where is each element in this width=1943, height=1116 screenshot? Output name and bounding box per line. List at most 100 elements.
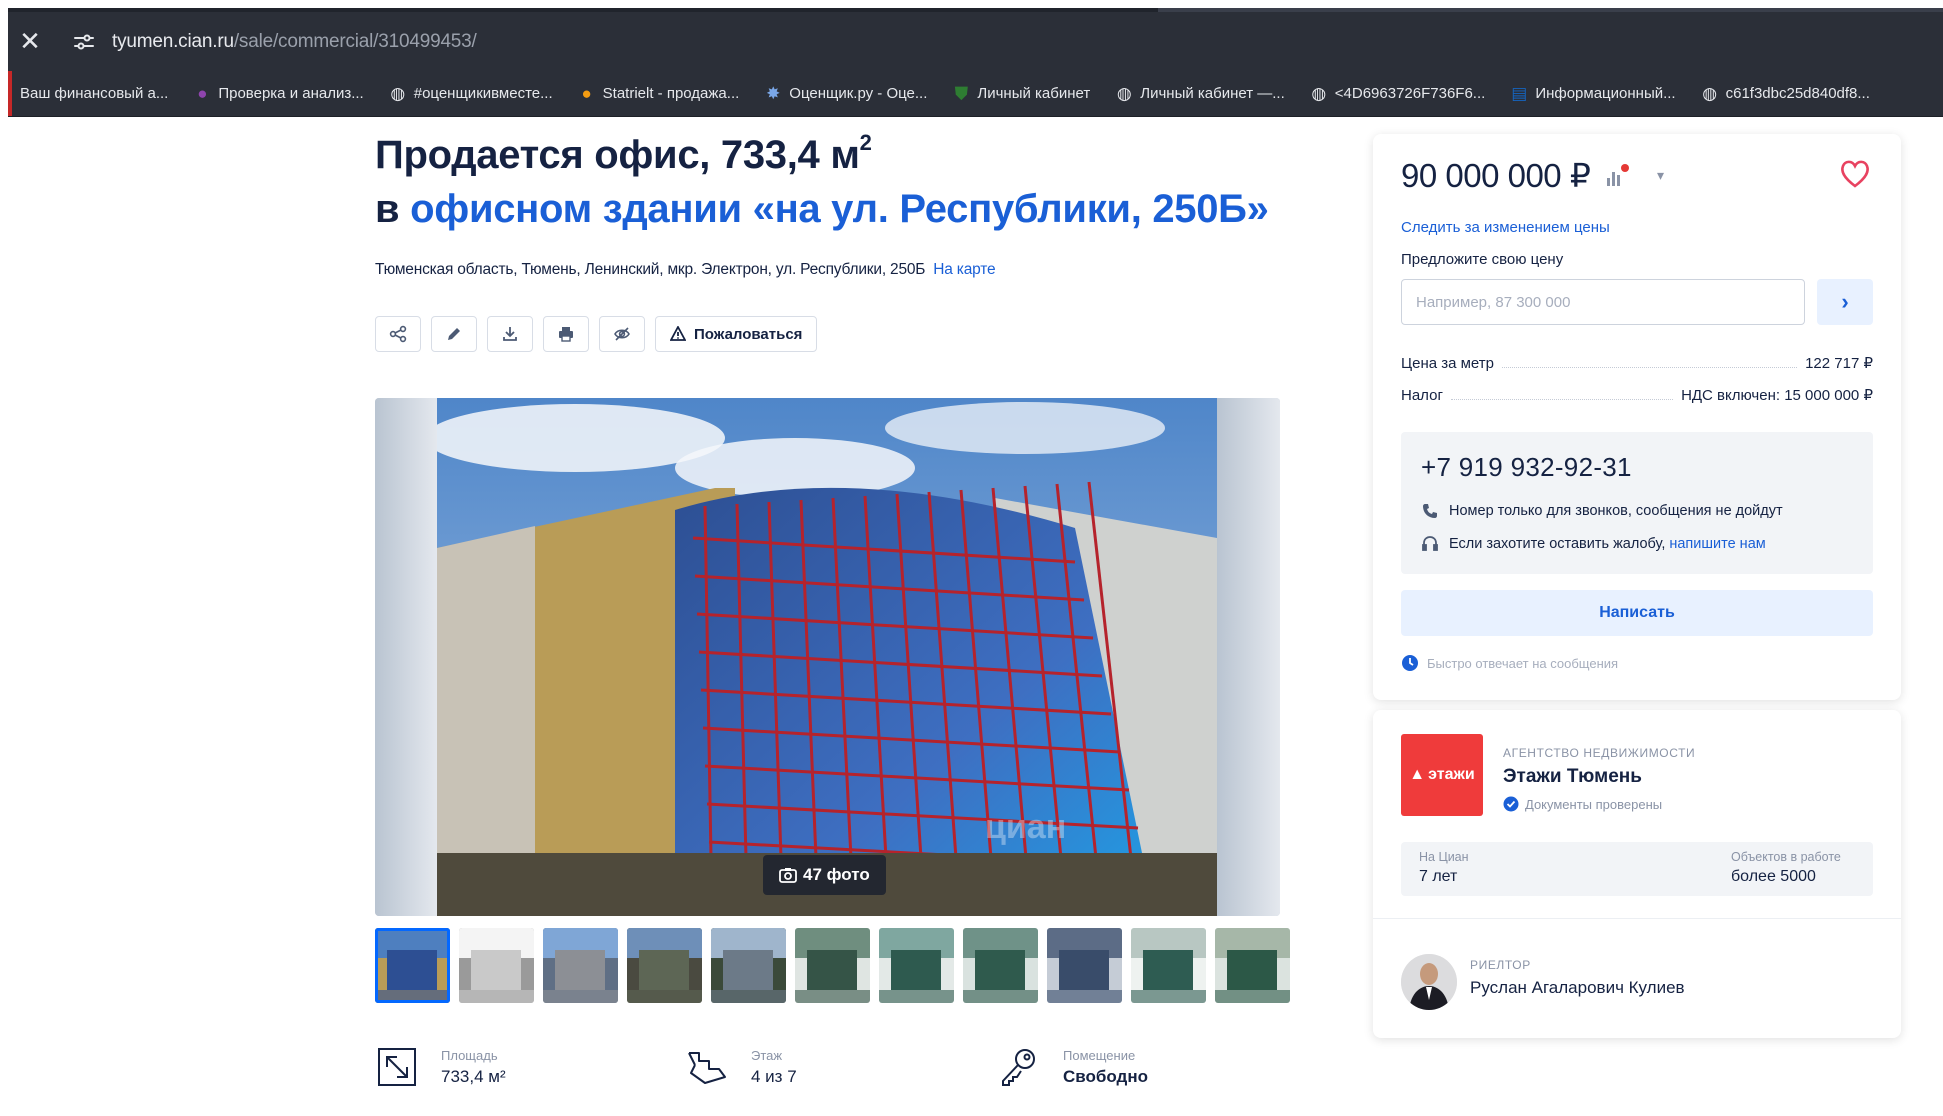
bookmark-item[interactable]: ◍ #оценщикивместе... [389,83,553,103]
complaint-note: Если захотите оставить жалобу, напишите н… [1421,535,1766,553]
download-icon [503,327,517,341]
photo-count-badge[interactable]: 47 фото [763,855,886,895]
site-settings-icon[interactable] [66,24,102,60]
camera-icon [779,868,797,883]
bookmark-item[interactable]: ⛊ Личный кабинет [952,83,1090,103]
chevron-right-icon: › [1841,289,1849,314]
realtor-name[interactable]: Руслан Агаларович Кулиев [1470,978,1685,998]
bookmark-label: Информационный... [1535,85,1676,102]
feature-value: Свободно [1063,1066,1148,1086]
close-icon[interactable]: ✕ [8,12,52,71]
url-host: tyumen.cian.ru [112,30,234,52]
shield-icon: ⛊ [955,83,968,103]
chevron-down-icon[interactable]: ▾ [1657,167,1664,184]
bookmark-item[interactable]: ◍ <4D6963726F736F6... [1310,84,1486,103]
building-photo: циан [375,398,1280,916]
offer-submit-button[interactable]: › [1817,279,1873,325]
feature-label: Этаж [751,1047,783,1063]
photo-thumbnail[interactable] [963,928,1038,1003]
bookmarks-bar: Ваш финансовый а... ● Проверка и анализ...… [8,71,1943,117]
watermark: циан [985,808,1066,846]
edit-button[interactable] [431,316,477,352]
write-message-button[interactable]: Написать [1401,590,1873,636]
page-subtitle: в офисном здании «на ул. Республики, 250… [375,187,1269,232]
stat-label: Объектов в работе [1731,850,1841,864]
agency-card: ▲ этажи АГЕНТСТВО НЕДВИЖИМОСТИ Этажи Тюме… [1373,710,1901,1038]
agency-stats: На Циан 7 лет Объектов в работе более 5000 [1401,842,1873,896]
stat-label: На Циан [1419,850,1469,864]
bookmark-label: #оценщикивместе... [413,85,553,102]
hide-button[interactable] [599,316,645,352]
url-path: /sale/commercial/310499453/ [233,30,477,52]
share-button[interactable] [375,316,421,352]
info-label: Цена за метр [1401,355,1494,372]
bookmark-item[interactable]: ◍ c61f3dbc25d840df8... [1701,84,1870,103]
price-history-icon[interactable] [1605,164,1649,190]
bookmark-item[interactable]: ✸ Оценщик.ру - Оце... [764,83,927,103]
bookmark-item[interactable]: ▤ Информационный... [1510,83,1676,103]
printer-icon [559,327,573,342]
purple-circle-icon: ● [197,83,208,103]
bookmark-item[interactable]: ● Statrielt - продажа... [578,83,740,103]
building-link[interactable]: офисном здании «на ул. Республики, 250Б» [410,187,1269,231]
download-button[interactable] [487,316,533,352]
bookmark-label: c61f3dbc25d840df8... [1725,85,1870,102]
feature-value: 733,4 м² [441,1066,506,1086]
agency-name[interactable]: Этажи Тюмень [1503,766,1642,788]
agency-logo[interactable]: ▲ этажи [1401,734,1483,816]
bookmark-label: Личный кабинет —... [1140,85,1285,102]
check-badge-icon [1503,796,1519,812]
bookmark-label: <4D6963726F736F6... [1334,85,1486,102]
ris-icon: ▤ [1511,83,1528,103]
photo-thumbnail[interactable] [795,928,870,1003]
complaint-link[interactable]: напишите нам [1669,536,1765,552]
bookmark-item[interactable]: ◍ Личный кабинет —... [1115,83,1285,103]
avatar[interactable] [1401,954,1457,1010]
map-link[interactable]: На карте [933,261,995,278]
photo-thumbnail[interactable] [459,928,534,1003]
share-icon [389,325,407,343]
photo-thumbnail[interactable] [627,928,702,1003]
info-value: 122 717 ₽ [1805,355,1873,372]
phone-number[interactable]: +7 919 932-92-31 [1421,452,1632,483]
report-button[interactable]: Пожаловаться [655,316,818,352]
bookmark-item[interactable]: Ваш финансовый а... [20,85,168,102]
url-text[interactable]: tyumen.cian.ru/sale/commercial/310499453… [112,31,477,53]
heart-icon[interactable] [1838,157,1872,191]
feature-floor: Этаж 4 из 7 [685,1045,797,1089]
photo-thumbnail[interactable] [711,928,786,1003]
globe-icon: ◍ [390,83,406,103]
photo-thumbnail[interactable] [375,928,450,1003]
follow-price-link[interactable]: Следить за изменением цены [1401,219,1610,236]
listing-address: Тюменская область, Тюмень, Ленинский, мк… [375,261,996,279]
bookmark-item[interactable]: ● Проверка и анализ... [193,83,364,103]
star-icon: ✸ [766,83,781,103]
bookmark-label: Проверка и анализ... [218,85,364,102]
tax-row: Налог НДС включен: 15 000 000 ₽ [1401,386,1873,404]
action-bar: Пожаловаться [375,316,818,352]
stat-value: 7 лет [1419,868,1458,885]
calls-only-note: Номер только для звонков, сообщения не д… [1421,502,1783,520]
thumbnail-strip [375,928,1290,1003]
stat-objects: Объектов в работе более 5000 [1731,850,1841,886]
stat-years: На Циан 7 лет [1419,850,1469,886]
globe-icon: ◍ [1116,83,1132,103]
main-photo[interactable]: циан [375,398,1280,916]
address-bar[interactable]: ✕ tyumen.cian.ru/sale/commercial/3104994… [8,12,1943,71]
fast-reply-text: Быстро отвечает на сообщения [1427,655,1619,671]
photo-thumbnail[interactable] [1131,928,1206,1003]
photo-thumbnail[interactable] [1215,928,1290,1003]
features-row: Площадь 733,4 м² Этаж 4 из 7 Помещение Своб… [375,1045,1280,1095]
address-text: Тюменская область, Тюмень, Ленинский, мк… [375,261,926,278]
colored-circle-icon: ● [581,83,592,103]
price-per-meter-row: Цена за метр 122 717 ₽ [1401,354,1873,372]
area-icon [378,1048,416,1086]
realtor-role: РИЕЛТОР [1470,958,1531,972]
print-button[interactable] [543,316,589,352]
offer-price-input[interactable] [1401,279,1805,325]
feature-premises: Помещение Свободно [997,1045,1148,1089]
photo-thumbnail[interactable] [879,928,954,1003]
contact-box: +7 919 932-92-31 Номер только для звонко… [1401,432,1873,574]
photo-thumbnail[interactable] [1047,928,1122,1003]
photo-thumbnail[interactable] [543,928,618,1003]
